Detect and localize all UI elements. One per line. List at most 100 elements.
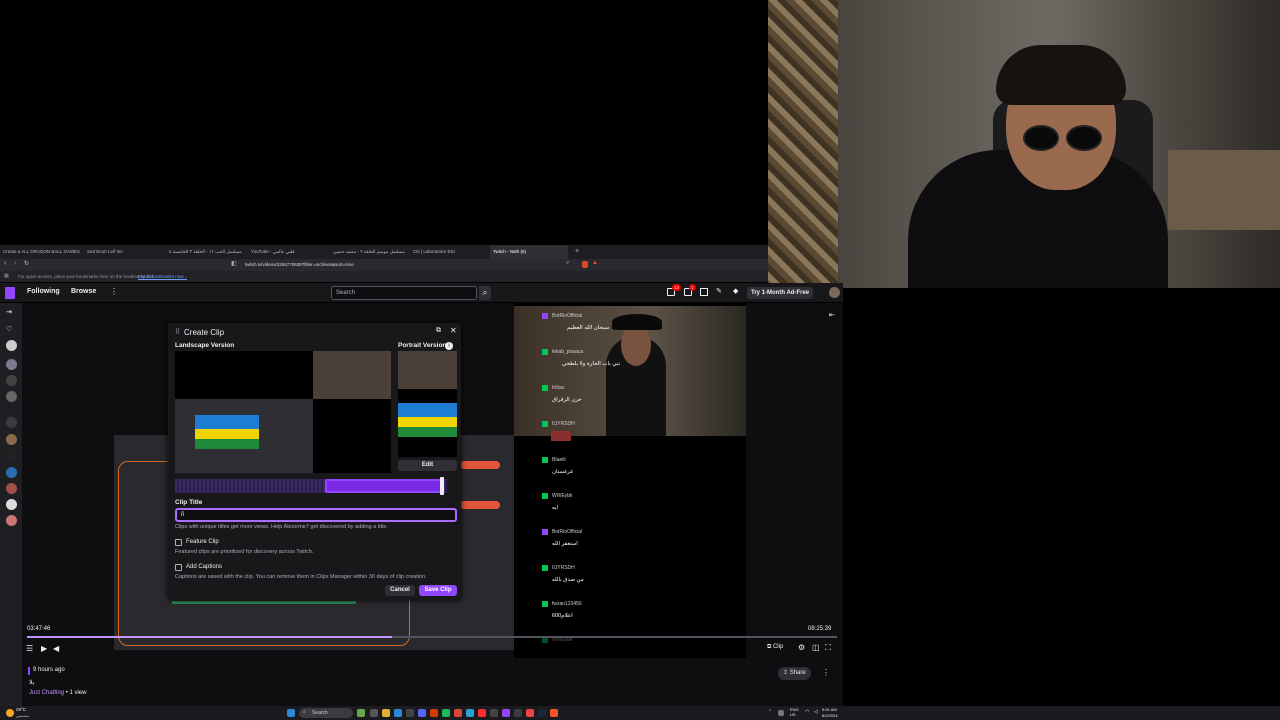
widgets-icon[interactable]: [357, 709, 365, 717]
prime-icon[interactable]: [700, 288, 708, 296]
browser-tab[interactable]: YouTube - قلبي عالمي: [248, 245, 328, 259]
close-icon[interactable]: ✕: [450, 326, 457, 335]
browser-tab-active[interactable]: Twitch - Nath (5): [490, 245, 568, 259]
trim-handle[interactable]: [440, 477, 444, 495]
channel-avatar[interactable]: [6, 391, 17, 402]
twitch-app-icon[interactable]: [502, 709, 510, 717]
channel-avatar[interactable]: [6, 359, 17, 370]
chat-username[interactable]: WWEybk: [552, 493, 573, 499]
chrome-icon[interactable]: [454, 709, 462, 717]
volume-tray-icon[interactable]: ◁: [814, 709, 818, 715]
back-icon[interactable]: ‹: [4, 260, 6, 267]
chat-username[interactable]: fwzan123456: [552, 601, 582, 607]
clip-trim-selection[interactable]: [325, 479, 443, 493]
drag-handle-icon[interactable]: ⠿: [175, 328, 180, 336]
browser-tab[interactable]: مسلسل موسم الحلقة ٩ - محمد حسين: [330, 245, 408, 259]
channel-avatar[interactable]: [6, 449, 17, 460]
ad-free-button[interactable]: Try 1-Month Ad-Free: [747, 287, 814, 299]
more-menu-icon[interactable]: ⋮: [110, 287, 118, 296]
spotify-icon[interactable]: [442, 709, 450, 717]
steam-icon[interactable]: [538, 709, 546, 717]
youtube-icon[interactable]: [478, 709, 486, 717]
play-icon[interactable]: ▶: [41, 644, 47, 653]
channel-avatar[interactable]: [6, 483, 17, 494]
more-options-icon[interactable]: ⋮: [822, 668, 830, 677]
bits-icon[interactable]: ◆: [733, 287, 738, 295]
channel-avatar[interactable]: [6, 467, 17, 478]
weather-icon[interactable]: [6, 709, 14, 717]
browser-tab[interactable]: مسلسل الحب ١٢ - الحلقة ٣ الخامسة ٥: [166, 245, 246, 259]
reload-icon[interactable]: ↻: [24, 260, 29, 267]
settings-icon[interactable]: ⚙: [798, 643, 805, 652]
chat-username[interactable]: BotRioOfficial: [552, 529, 582, 535]
import-bookmarks-link[interactable]: Import bookmarks now...: [138, 271, 187, 282]
seek-bar[interactable]: [27, 636, 837, 638]
chat-username[interactable]: lekab_piraaca: [552, 349, 583, 355]
discord-icon[interactable]: [418, 709, 426, 717]
app-icon[interactable]: [514, 709, 522, 717]
chapters-icon[interactable]: ☰: [26, 644, 33, 653]
channel-avatar[interactable]: [6, 417, 17, 428]
browser-tab[interactable]: Clé | Laboratoire ESI: [410, 245, 488, 259]
browser-tab[interactable]: Sed Boot! Leif Inn: [84, 245, 164, 259]
channel-avatar[interactable]: [6, 434, 17, 445]
chat-username[interactable]: Btaeili: [552, 457, 566, 463]
brave-rewards-icon[interactable]: ▲: [592, 260, 598, 266]
nav-following[interactable]: Following: [27, 288, 60, 295]
edit-button[interactable]: Edit: [398, 460, 457, 471]
forward-icon[interactable]: ›: [14, 260, 16, 267]
file-explorer-icon[interactable]: [382, 709, 390, 717]
chat-username[interactable]: BotRioOfficial: [552, 313, 582, 319]
chat-username[interactable]: IIJYRSDH: [552, 421, 575, 427]
collapse-chat-icon[interactable]: ⇤: [829, 311, 835, 319]
apps-icon[interactable]: ▦: [4, 271, 9, 282]
brave-shield-icon[interactable]: [582, 261, 588, 268]
taskbar-search[interactable]: ⌕ Search: [299, 708, 353, 718]
channel-avatar[interactable]: [6, 499, 17, 510]
obs-icon[interactable]: [526, 709, 534, 717]
office-icon[interactable]: [430, 709, 438, 717]
info-icon[interactable]: i: [445, 342, 453, 350]
cancel-button[interactable]: Cancel: [385, 585, 415, 596]
start-icon[interactable]: [287, 709, 295, 717]
search-input[interactable]: Search: [331, 286, 477, 300]
browser-tab[interactable]: Create a ALL DRAGON BALL GAMES: [0, 245, 82, 259]
edge-icon[interactable]: [394, 709, 402, 717]
task-view-icon[interactable]: [370, 709, 378, 717]
popout-icon[interactable]: ⧉: [436, 327, 441, 335]
wifi-icon[interactable]: ◠: [805, 709, 809, 715]
heart-icon[interactable]: ♡: [6, 325, 12, 333]
new-tab-icon[interactable]: +: [572, 245, 579, 259]
clip-title-input[interactable]: ñ: [175, 508, 457, 522]
store-icon[interactable]: [406, 709, 414, 717]
tools-icon[interactable]: ✎: [716, 287, 722, 295]
category-link[interactable]: Just Chatting: [29, 690, 64, 696]
app-icon[interactable]: [490, 709, 498, 717]
telegram-icon[interactable]: [466, 709, 474, 717]
address-input[interactable]: twitch.tv/videos/2254770638?filter=archi…: [245, 261, 565, 269]
chat-username[interactable]: IIJYRSDH: [552, 565, 575, 571]
bookmark-icon[interactable]: ◧: [231, 260, 237, 267]
chat-username[interactable]: Ir6tax: [552, 385, 565, 391]
language-indicator[interactable]: ENG US: [790, 707, 802, 717]
clock-date[interactable]: 8/2/2024: [822, 713, 838, 718]
user-avatar[interactable]: [829, 287, 840, 298]
zoom-icon[interactable]: ⌕: [566, 260, 569, 267]
brave-icon[interactable]: [550, 709, 558, 717]
tray-icon[interactable]: [778, 710, 784, 716]
nav-browse[interactable]: Browse: [71, 288, 96, 295]
feature-clip-checkbox[interactable]: [175, 539, 182, 546]
theatre-mode-icon[interactable]: ◫: [812, 643, 820, 652]
share-button[interactable]: ⇪ Share: [778, 667, 811, 680]
channel-avatar[interactable]: [6, 375, 17, 386]
expand-sidebar-icon[interactable]: ⇥: [6, 308, 12, 316]
add-captions-checkbox[interactable]: [175, 564, 182, 571]
volume-icon[interactable]: ◀: [53, 644, 59, 653]
save-clip-button[interactable]: Save Clip: [419, 585, 457, 596]
search-button[interactable]: ⌕: [479, 286, 491, 300]
clock-time[interactable]: 9:51 AM: [822, 707, 837, 712]
fullscreen-icon[interactable]: ⛶: [825, 643, 831, 653]
channel-avatar[interactable]: [6, 340, 17, 351]
twitch-logo-icon[interactable]: [5, 287, 15, 299]
channel-avatar[interactable]: [6, 515, 17, 526]
